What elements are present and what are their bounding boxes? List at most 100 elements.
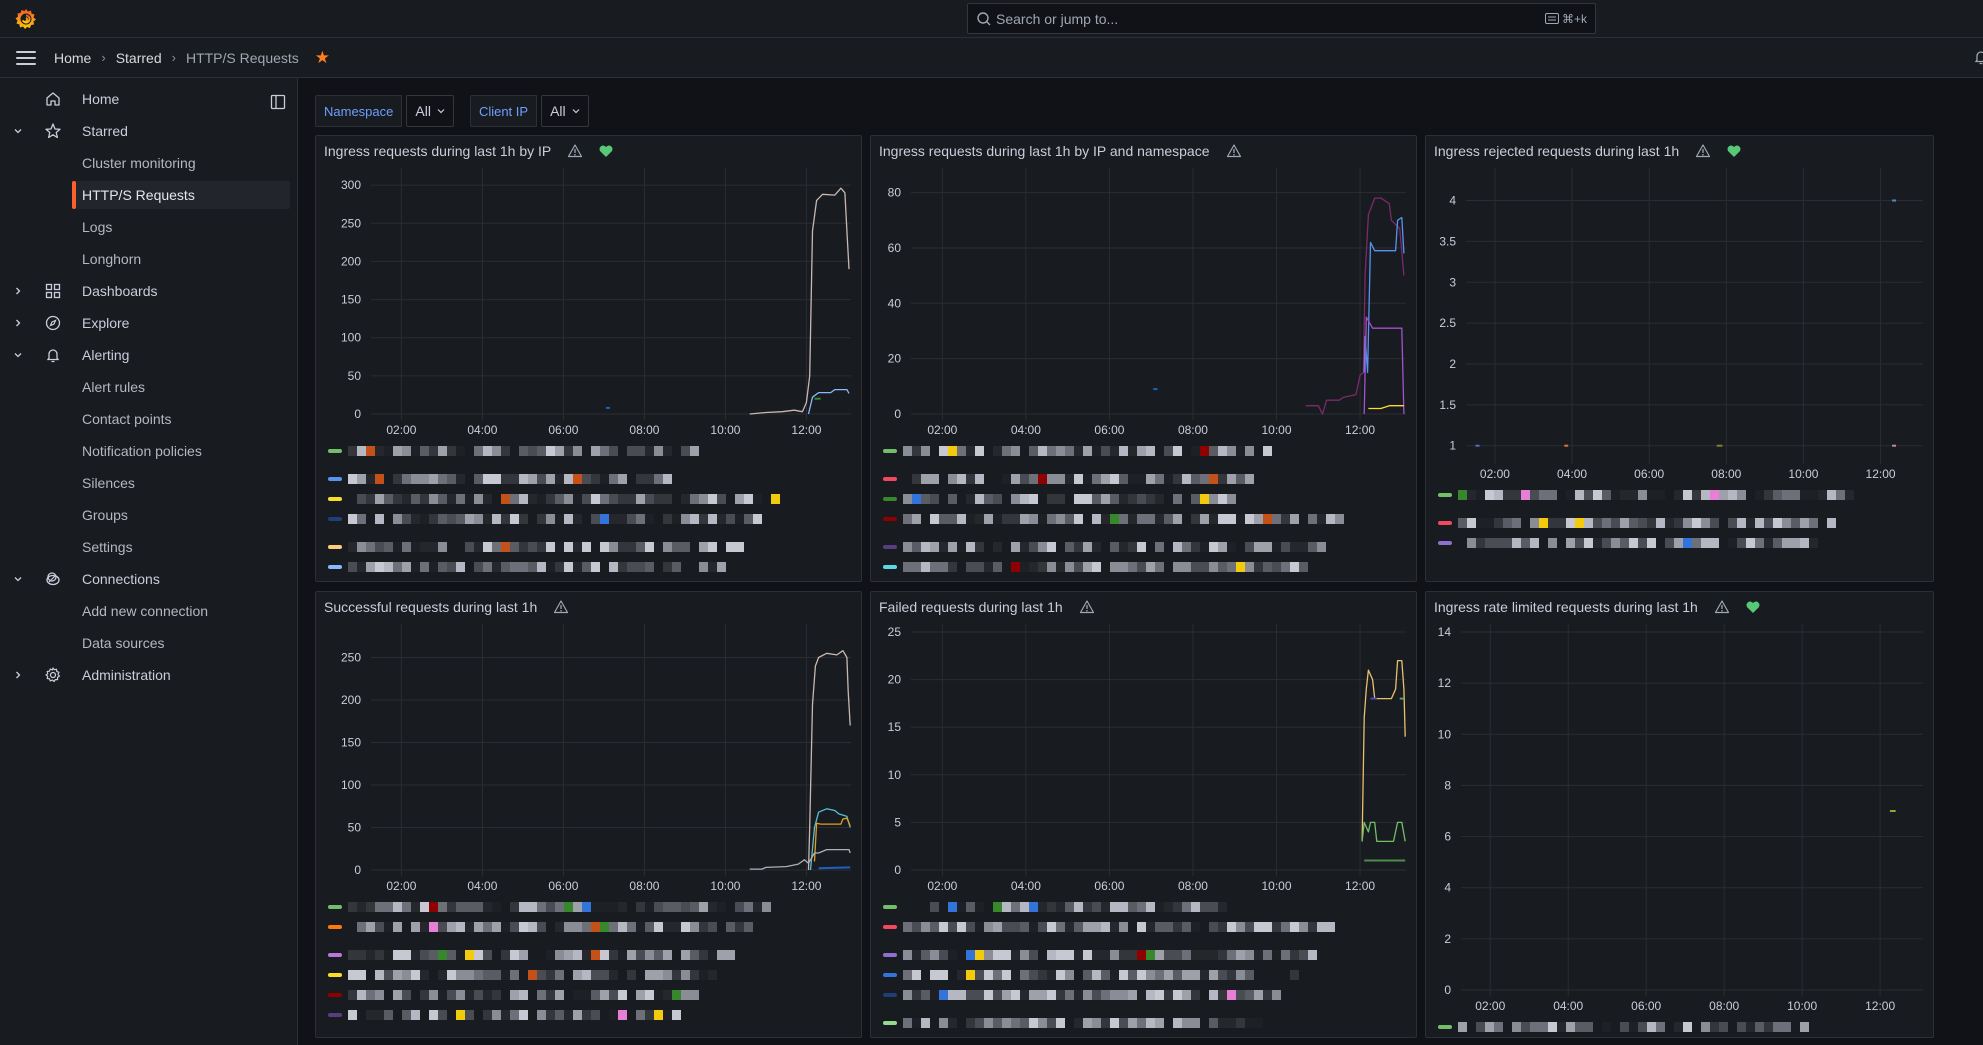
sidebar-item-starred[interactable]: Starred (0, 117, 290, 145)
sidebar-item-notification-policies[interactable]: Notification policies (0, 437, 290, 465)
sidebar-item-home[interactable]: Home (0, 85, 290, 113)
legend-item[interactable] (328, 561, 726, 573)
legend-item[interactable] (328, 921, 753, 933)
menu-toggle-button[interactable] (16, 50, 36, 65)
legend-item[interactable] (328, 473, 672, 485)
namespace-select[interactable]: All (406, 95, 454, 127)
sidebar-item-alerting[interactable]: Alerting (0, 341, 290, 369)
breadcrumb-starred[interactable]: Starred (116, 50, 162, 66)
sidebar-item-label: Groups (82, 507, 128, 523)
legend-color-swatch (1438, 493, 1452, 497)
legend-label-redacted (1458, 1022, 1809, 1032)
legend-item[interactable] (328, 901, 771, 913)
x-tick-label: 10:00 (1261, 879, 1291, 893)
series-line-1[interactable] (1361, 659, 1406, 842)
panel-failed-requests-during-last-1h[interactable]: Failed requests during last 1h 0 5 10 15 20 25… (870, 591, 1417, 1038)
chevron-down-icon[interactable] (12, 573, 24, 585)
search-input[interactable]: Search or jump to... ⌘+k (967, 3, 1596, 34)
x-tick-label: 04:00 (467, 423, 497, 437)
sidebar-item-silences[interactable]: Silences (0, 469, 290, 497)
legend-color-swatch (328, 565, 342, 569)
notifications-bell-icon[interactable] (1973, 49, 1983, 65)
series-line-5[interactable] (818, 866, 851, 870)
legend-item[interactable] (883, 445, 1272, 457)
legend-item[interactable] (1438, 517, 1836, 529)
variable-label-client-ip: Client IP (469, 95, 538, 127)
sidebar-item-contact-points[interactable]: Contact points (0, 405, 290, 433)
panel-ingress-requests-during-last-1h-by-ip[interactable]: Ingress requests during last 1h by IP 0 50… (315, 135, 862, 582)
panel-ingress-requests-during-last-1h-by-ip-and-namespace[interactable]: Ingress requests during last 1h by IP an… (870, 135, 1417, 582)
series-line-4[interactable] (1368, 405, 1404, 410)
sidebar-item-groups[interactable]: Groups (0, 501, 290, 529)
series-line-2[interactable] (1361, 821, 1406, 843)
y-tick-label: 4 (1449, 194, 1456, 208)
sidebar-item-connections[interactable]: Connections (0, 565, 290, 593)
y-tick-label: 12 (1438, 676, 1452, 690)
legend-item[interactable] (328, 513, 762, 525)
legend-item[interactable] (883, 473, 1254, 485)
series-line-2[interactable] (1363, 216, 1405, 374)
series-line-1[interactable] (807, 650, 851, 871)
legend-item[interactable] (328, 989, 699, 1001)
client-ip-select[interactable]: All (541, 95, 589, 127)
legend-color-swatch (883, 925, 897, 929)
series-line-1[interactable] (749, 187, 850, 415)
legend-item[interactable] (1438, 537, 1818, 549)
legend-item[interactable] (328, 969, 717, 981)
legend-item[interactable] (883, 989, 1281, 1001)
y-tick-label: 3 (1449, 275, 1456, 289)
sidebar-item-data-sources[interactable]: Data sources (0, 629, 290, 657)
series-line-3[interactable] (1363, 316, 1405, 415)
sidebar-item-alert-rules[interactable]: Alert rules (0, 373, 290, 401)
sidebar-item-logs[interactable]: Logs (0, 213, 290, 241)
legend-item[interactable] (883, 561, 1308, 573)
legend-item[interactable] (883, 541, 1326, 553)
x-tick-label: 12:00 (1345, 879, 1375, 893)
breadcrumb-bar: Home › Starred › HTTP/S Requests ★ (0, 38, 1983, 78)
legend-label-redacted (348, 446, 699, 456)
panel-ingress-rejected-requests-during-last-1h[interactable]: Ingress rejected requests during last 1h… (1425, 135, 1934, 582)
legend-item[interactable] (1438, 489, 1854, 501)
breadcrumb-home[interactable]: Home (54, 50, 91, 66)
chevron-down-icon[interactable] (12, 349, 24, 361)
legend-item[interactable] (883, 949, 1317, 961)
legend-item[interactable] (328, 949, 735, 961)
legend-item[interactable] (328, 541, 744, 553)
y-tick-label: 0 (894, 863, 901, 877)
series-line-4[interactable] (749, 848, 851, 870)
legend-item[interactable] (883, 1017, 1263, 1029)
y-tick-label: 200 (341, 693, 361, 707)
legend-item[interactable] (328, 493, 780, 505)
series-line-1[interactable] (1305, 197, 1405, 415)
grafana-logo-icon[interactable] (14, 7, 38, 31)
sidebar-item-http-s-requests[interactable]: HTTP/S Requests (72, 181, 290, 209)
legend-label-redacted (903, 446, 1272, 456)
chevron-right-icon[interactable] (12, 669, 24, 681)
legend-item[interactable] (883, 969, 1299, 981)
legend-item[interactable] (328, 1009, 681, 1021)
series-line-3[interactable] (813, 817, 851, 862)
panel-successful-requests-during-last-1h[interactable]: Successful requests during last 1h 0 50 100… (315, 591, 862, 1038)
legend-item[interactable] (883, 901, 1227, 913)
legend-item[interactable] (328, 445, 699, 457)
sidebar-item-label: Silences (82, 475, 135, 491)
chevron-right-icon[interactable] (12, 317, 24, 329)
star-icon[interactable]: ★ (315, 48, 330, 68)
sidebar-item-add-new-connection[interactable]: Add new connection (0, 597, 290, 625)
legend-item[interactable] (883, 493, 1236, 505)
sidebar-item-explore[interactable]: Explore (0, 309, 290, 337)
legend-item[interactable] (883, 513, 1344, 525)
sidebar-item-longhorn[interactable]: Longhorn (0, 245, 290, 273)
chevron-right-icon[interactable] (12, 285, 24, 297)
series-line-2[interactable] (809, 808, 851, 871)
legend-item[interactable] (1438, 1021, 1809, 1033)
chevron-down-icon[interactable] (12, 125, 24, 137)
sidebar-item-cluster-monitoring[interactable]: Cluster monitoring (0, 149, 290, 177)
sidebar-item-settings[interactable]: Settings (0, 533, 290, 561)
series-line-2[interactable] (807, 388, 850, 415)
sidebar-item-administration[interactable]: Administration (0, 661, 290, 689)
legend-item[interactable] (883, 921, 1335, 933)
search-placeholder: Search or jump to... (996, 10, 1119, 27)
panel-ingress-rate-limited-requests-during-last-1h[interactable]: Ingress rate limited requests during las… (1425, 591, 1934, 1038)
sidebar-item-dashboards[interactable]: Dashboards (0, 277, 290, 305)
